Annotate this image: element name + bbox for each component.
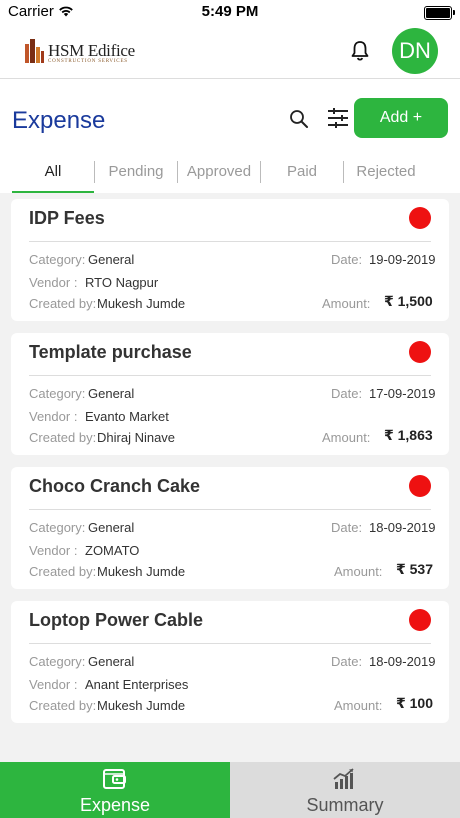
created-by-label: Created by:: [29, 698, 97, 713]
search-icon[interactable]: [288, 108, 310, 130]
expense-name: Loptop Power Cable: [29, 610, 204, 630]
category-value: General: [88, 386, 135, 401]
app-header: HSM Edifice CONSTRUCTION SERVICES DN: [0, 24, 460, 79]
nav-expense[interactable]: Expense: [0, 762, 230, 818]
created-by-value: Mukesh Jumde: [97, 296, 186, 311]
status-tabs: All Pending Approved Paid Rejected: [0, 157, 460, 193]
expense-name: Template purchase: [29, 342, 192, 362]
category-label: Category:: [29, 386, 86, 401]
vendor-value: Evanto Market: [85, 409, 169, 424]
card-divider: [29, 643, 431, 644]
amount-value: ₹ 100: [396, 695, 433, 711]
amount-value: ₹ 1,863: [384, 427, 433, 443]
vendor-value: Anant Enterprises: [85, 677, 189, 692]
category-label: Category:: [29, 520, 86, 535]
vendor-value: RTO Nagpur: [85, 275, 159, 290]
date-value: 17-09-2019: [369, 386, 436, 401]
card-divider: [29, 509, 431, 510]
date-label: Date:: [331, 386, 363, 401]
expense-card[interactable]: Loptop Power Cable Category: General Dat…: [11, 601, 449, 723]
created-by-value: Mukesh Jumde: [97, 698, 186, 713]
amount-value: ₹ 537: [396, 561, 433, 577]
status-indicator: [409, 475, 431, 497]
battery-icon: [424, 6, 455, 20]
date-label: Date:: [331, 252, 363, 267]
expense-card[interactable]: Template purchase Category: General Date…: [11, 333, 449, 455]
nav-summary-label: Summary: [306, 795, 384, 815]
card-divider: [29, 241, 431, 242]
amount-label: Amount:: [322, 430, 371, 445]
wallet-icon: [103, 769, 126, 789]
clock: 5:49 PM: [201, 3, 259, 20]
bell-icon[interactable]: [350, 40, 370, 62]
category-label: Category:: [29, 654, 86, 669]
page-header: Expense Add +: [0, 79, 460, 157]
amount-value: ₹ 1,500: [384, 293, 433, 309]
amount-label: Amount:: [334, 698, 383, 713]
tab-all[interactable]: All: [12, 157, 94, 193]
status-indicator: [409, 207, 431, 229]
category-value: General: [88, 252, 135, 267]
amount-label: Amount:: [322, 296, 371, 311]
expense-name: Choco Cranch Cake: [29, 476, 201, 496]
created-by-value: Mukesh Jumde: [97, 564, 186, 579]
expense-card[interactable]: Choco Cranch Cake Category: General Date…: [11, 467, 449, 589]
tab-pending[interactable]: Pending: [95, 157, 177, 191]
status-bar: Carrier 5:49 PM: [0, 0, 460, 24]
date-label: Date:: [331, 654, 363, 669]
date-value: 18-09-2019: [369, 520, 436, 535]
bottom-nav: Expense Summary: [0, 762, 460, 818]
nav-expense-label: Expense: [79, 795, 151, 815]
date-label: Date:: [331, 520, 363, 535]
status-indicator: [409, 609, 431, 631]
expense-name: IDP Fees: [29, 208, 105, 228]
brand-tagline: CONSTRUCTION SERVICES: [48, 59, 128, 64]
chart-icon: [333, 768, 354, 789]
building-logo-icon: [25, 39, 44, 63]
created-by-label: Created by:: [29, 564, 97, 579]
tab-paid[interactable]: Paid: [261, 157, 343, 191]
brand-name: HSM Edifice: [48, 41, 135, 60]
tab-rejected[interactable]: Rejected: [344, 157, 428, 191]
nav-summary[interactable]: Summary: [230, 762, 460, 818]
created-by-value: Dhiraj Ninave: [97, 430, 176, 445]
category-value: General: [88, 654, 135, 669]
vendor-label: Vendor :: [29, 677, 78, 692]
category-value: General: [88, 520, 135, 535]
status-indicator: [409, 341, 431, 363]
vendor-value: ZOMATO: [85, 543, 140, 558]
created-by-label: Created by:: [29, 296, 97, 311]
filter-icon[interactable]: [326, 106, 350, 130]
created-by-label: Created by:: [29, 430, 97, 445]
amount-label: Amount:: [334, 564, 383, 579]
page-title: Expense: [12, 107, 106, 134]
avatar[interactable]: DN: [392, 28, 438, 74]
date-value: 18-09-2019: [369, 654, 436, 669]
vendor-label: Vendor :: [29, 543, 78, 558]
vendor-label: Vendor :: [29, 275, 78, 290]
category-label: Category:: [29, 252, 86, 267]
add-expense-button[interactable]: Add +: [354, 98, 448, 138]
card-divider: [29, 375, 431, 376]
vendor-label: Vendor :: [29, 409, 78, 424]
expense-card[interactable]: IDP Fees Category: General Date: 19-09-2…: [11, 199, 449, 321]
date-value: 19-09-2019: [369, 252, 436, 267]
tab-approved[interactable]: Approved: [178, 157, 260, 191]
